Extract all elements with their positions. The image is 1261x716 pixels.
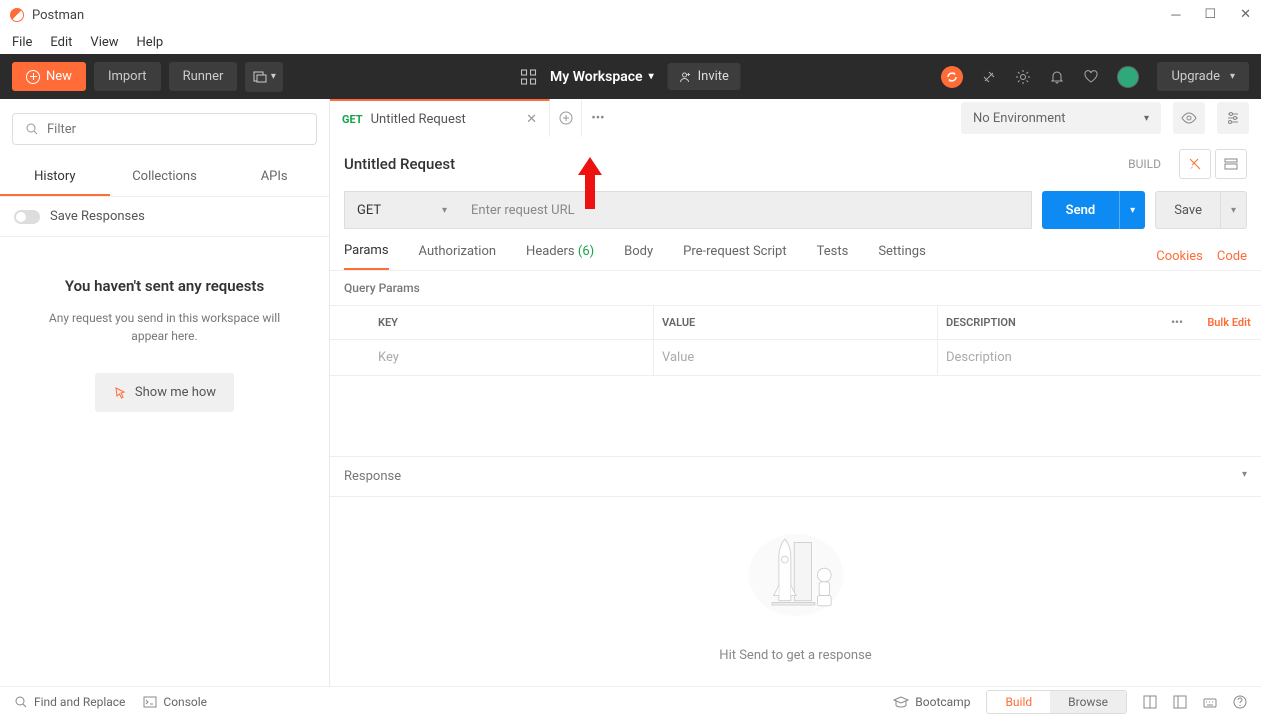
send-dropdown[interactable]: ▾ — [1119, 191, 1145, 229]
comments-button[interactable] — [1179, 149, 1211, 179]
subtab-settings[interactable]: Settings — [878, 244, 925, 269]
subtab-params[interactable]: Params — [344, 243, 389, 270]
import-button[interactable]: Import — [94, 62, 161, 91]
menu-edit[interactable]: Edit — [50, 35, 72, 50]
cursor-icon — [113, 386, 127, 400]
two-pane-icon[interactable] — [1143, 695, 1157, 709]
bulk-edit-link[interactable]: Bulk Edit — [1197, 306, 1261, 339]
query-params-label: Query Params — [330, 271, 1261, 305]
request-title: Untitled Request — [344, 155, 455, 173]
window-options-button[interactable]: ▾ — [245, 62, 283, 92]
workspace-grid-icon — [520, 69, 536, 85]
postman-logo-icon — [10, 8, 24, 22]
help-icon[interactable] — [1233, 695, 1247, 709]
params-header-row: KEY VALUE DESCRIPTION ••• Bulk Edit — [330, 305, 1261, 340]
search-icon — [25, 122, 39, 136]
sidebar: History Collections APIs Save Responses … — [0, 99, 330, 686]
satellite-icon[interactable] — [981, 69, 997, 85]
subtab-authorization[interactable]: Authorization — [419, 244, 497, 269]
menu-help[interactable]: Help — [137, 35, 164, 50]
request-tab[interactable]: GET Untitled Request ✕ — [330, 99, 550, 137]
keyboard-shortcuts-icon[interactable] — [1203, 695, 1217, 709]
tab-apis[interactable]: APIs — [219, 159, 329, 196]
more-options-icon[interactable]: ••• — [1157, 306, 1197, 339]
upgrade-button[interactable]: Upgrade▾ — [1157, 62, 1249, 91]
filter-input[interactable] — [47, 122, 304, 137]
build-label: BUILD — [1128, 157, 1161, 171]
save-responses-label: Save Responses — [50, 209, 145, 224]
title-bar: Postman ─ ☐ ✕ — [0, 0, 1261, 30]
search-icon — [14, 695, 28, 709]
new-button[interactable]: New — [12, 62, 86, 91]
find-replace-button[interactable]: Find and Replace — [14, 695, 125, 709]
settings-sliders-button[interactable] — [1217, 102, 1249, 134]
single-pane-icon[interactable] — [1173, 695, 1187, 709]
response-collapse-icon[interactable]: ▾ — [1242, 469, 1247, 484]
build-browse-toggle[interactable]: Build Browse — [986, 690, 1127, 714]
save-responses-toggle[interactable] — [14, 210, 40, 224]
rocket-illustration-icon — [736, 520, 856, 630]
workspace-selector[interactable]: My Workspace▾ — [550, 69, 654, 85]
url-input[interactable]: Enter request URL — [459, 191, 1032, 229]
empty-subtitle: Any request you send in this workspace w… — [30, 309, 299, 345]
bootcamp-button[interactable]: Bootcamp — [893, 695, 970, 709]
console-icon — [143, 696, 157, 708]
params-row[interactable]: Key Value Description — [330, 340, 1261, 376]
chevron-down-icon: ▾ — [649, 71, 654, 82]
window-title: Postman — [32, 8, 84, 23]
new-tab-button[interactable] — [550, 99, 582, 137]
tab-options-button[interactable]: ••• — [582, 111, 614, 126]
subtab-headers[interactable]: Headers (6) — [526, 244, 594, 269]
bell-icon[interactable] — [1049, 69, 1065, 85]
content-pane: GET Untitled Request ✕ ••• No Environmen… — [330, 99, 1261, 686]
method-selector[interactable]: GET▾ — [344, 191, 460, 229]
tab-history[interactable]: History — [0, 159, 110, 196]
console-button[interactable]: Console — [143, 695, 207, 709]
environment-selector[interactable]: No Environment▾ — [961, 102, 1161, 134]
close-icon[interactable]: ✕ — [1240, 7, 1251, 23]
subtab-body[interactable]: Body — [624, 244, 653, 269]
empty-title: You haven't sent any requests — [30, 277, 299, 295]
browse-toggle[interactable]: Browse — [1050, 691, 1126, 713]
maximize-icon[interactable]: ☐ — [1204, 7, 1216, 23]
footer-bar: Find and Replace Console Bootcamp Build … — [0, 686, 1261, 716]
menu-bar: File Edit View Help — [0, 30, 1261, 54]
filter-input-wrapper[interactable] — [12, 113, 317, 145]
minimize-icon[interactable]: ─ — [1171, 7, 1180, 23]
person-plus-icon — [680, 71, 692, 83]
response-empty-text: Hit Send to get a response — [719, 648, 871, 663]
quick-look-button[interactable] — [1173, 102, 1205, 134]
settings-icon[interactable] — [1015, 69, 1031, 85]
tab-collections[interactable]: Collections — [110, 159, 220, 196]
show-me-how-button[interactable]: Show me how — [95, 373, 234, 412]
code-link[interactable]: Code — [1217, 249, 1247, 264]
subtab-prerequest[interactable]: Pre-request Script — [683, 244, 786, 269]
sync-button[interactable] — [941, 66, 963, 88]
runner-button[interactable]: Runner — [169, 62, 238, 91]
save-button[interactable]: Save — [1155, 191, 1221, 229]
build-toggle[interactable]: Build — [987, 691, 1050, 713]
menu-file[interactable]: File — [12, 35, 32, 50]
plus-icon — [26, 70, 40, 84]
tab-close-icon[interactable]: ✕ — [526, 112, 537, 127]
avatar[interactable] — [1117, 66, 1139, 88]
save-dropdown[interactable]: ▾ — [1221, 191, 1247, 229]
response-label: Response — [344, 469, 401, 484]
menu-view[interactable]: View — [90, 35, 118, 50]
subtab-tests[interactable]: Tests — [817, 244, 849, 269]
heart-icon[interactable] — [1083, 69, 1099, 85]
cookies-link[interactable]: Cookies — [1156, 249, 1203, 264]
tab-name: Untitled Request — [371, 112, 518, 127]
send-button[interactable]: Send — [1042, 191, 1120, 229]
graduation-cap-icon — [893, 696, 909, 708]
panel-layout-button[interactable] — [1215, 149, 1247, 179]
invite-button[interactable]: Invite — [668, 63, 741, 90]
tab-method: GET — [342, 113, 363, 126]
app-toolbar: New Import Runner ▾ My Workspace▾ Invite… — [0, 54, 1261, 99]
